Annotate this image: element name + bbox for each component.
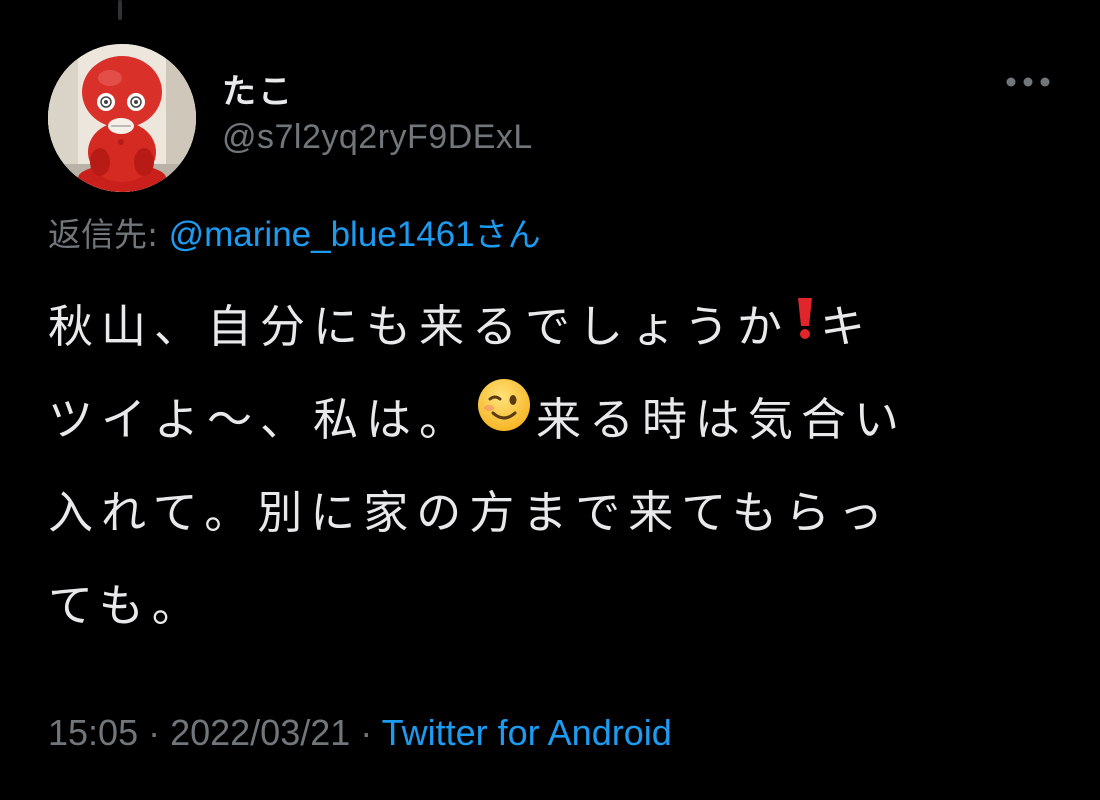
more-options-button[interactable] [1000,64,1056,100]
tweet-line-1-tail: キ [820,300,874,353]
tweet-source-link[interactable]: Twitter for Android [382,712,672,753]
winking-face-emoji [476,371,532,464]
thread-connector-line [118,0,122,20]
replying-to-label: 返信先: [48,215,169,254]
reply-mention-link[interactable]: @marine_blue1461 [169,215,475,254]
tweet-body: 秋山、自分にも来るでしょうかキ ツイよ〜、私は。 来る時は気合い 入れて。別に家の… [48,280,1038,652]
tweet-line-4: ても。 [48,579,205,632]
more-horizontal-icon [1006,77,1050,87]
avatar-image [48,44,196,192]
tweet-line-2-text: ツイよ〜、私は。 [48,393,473,446]
tweet-line-2-tail: 来る時は気合い [536,393,908,446]
reply-honorific: さん [474,215,541,254]
meta-separator: · [350,712,382,753]
avatar[interactable] [48,44,196,192]
tweet-line-1: 秋山、自分にも来るでしょうかキ [48,280,1038,373]
red-exclamation-emoji [794,278,816,371]
author-display-name[interactable]: たこ [222,64,294,113]
replying-to: 返信先: @marine_blue1461さん [48,208,541,256]
author-handle[interactable]: @s7l2yq2ryF9DExL [222,118,533,157]
tweet-line-1-text: 秋山、自分にも来るでしょうか [48,300,791,353]
tweet-line-3: 入れて。別に家の方まで来てもらっ [48,486,892,539]
tweet-meta: 15:05 · 2022/03/21 · Twitter for Android [48,712,672,754]
tweet-line-2: ツイよ〜、私は。 来る時は気合い [48,373,1038,466]
tweet-time[interactable]: 15:05 [48,712,138,753]
tweet-date[interactable]: 2022/03/21 [170,712,350,753]
meta-separator: · [138,712,171,753]
